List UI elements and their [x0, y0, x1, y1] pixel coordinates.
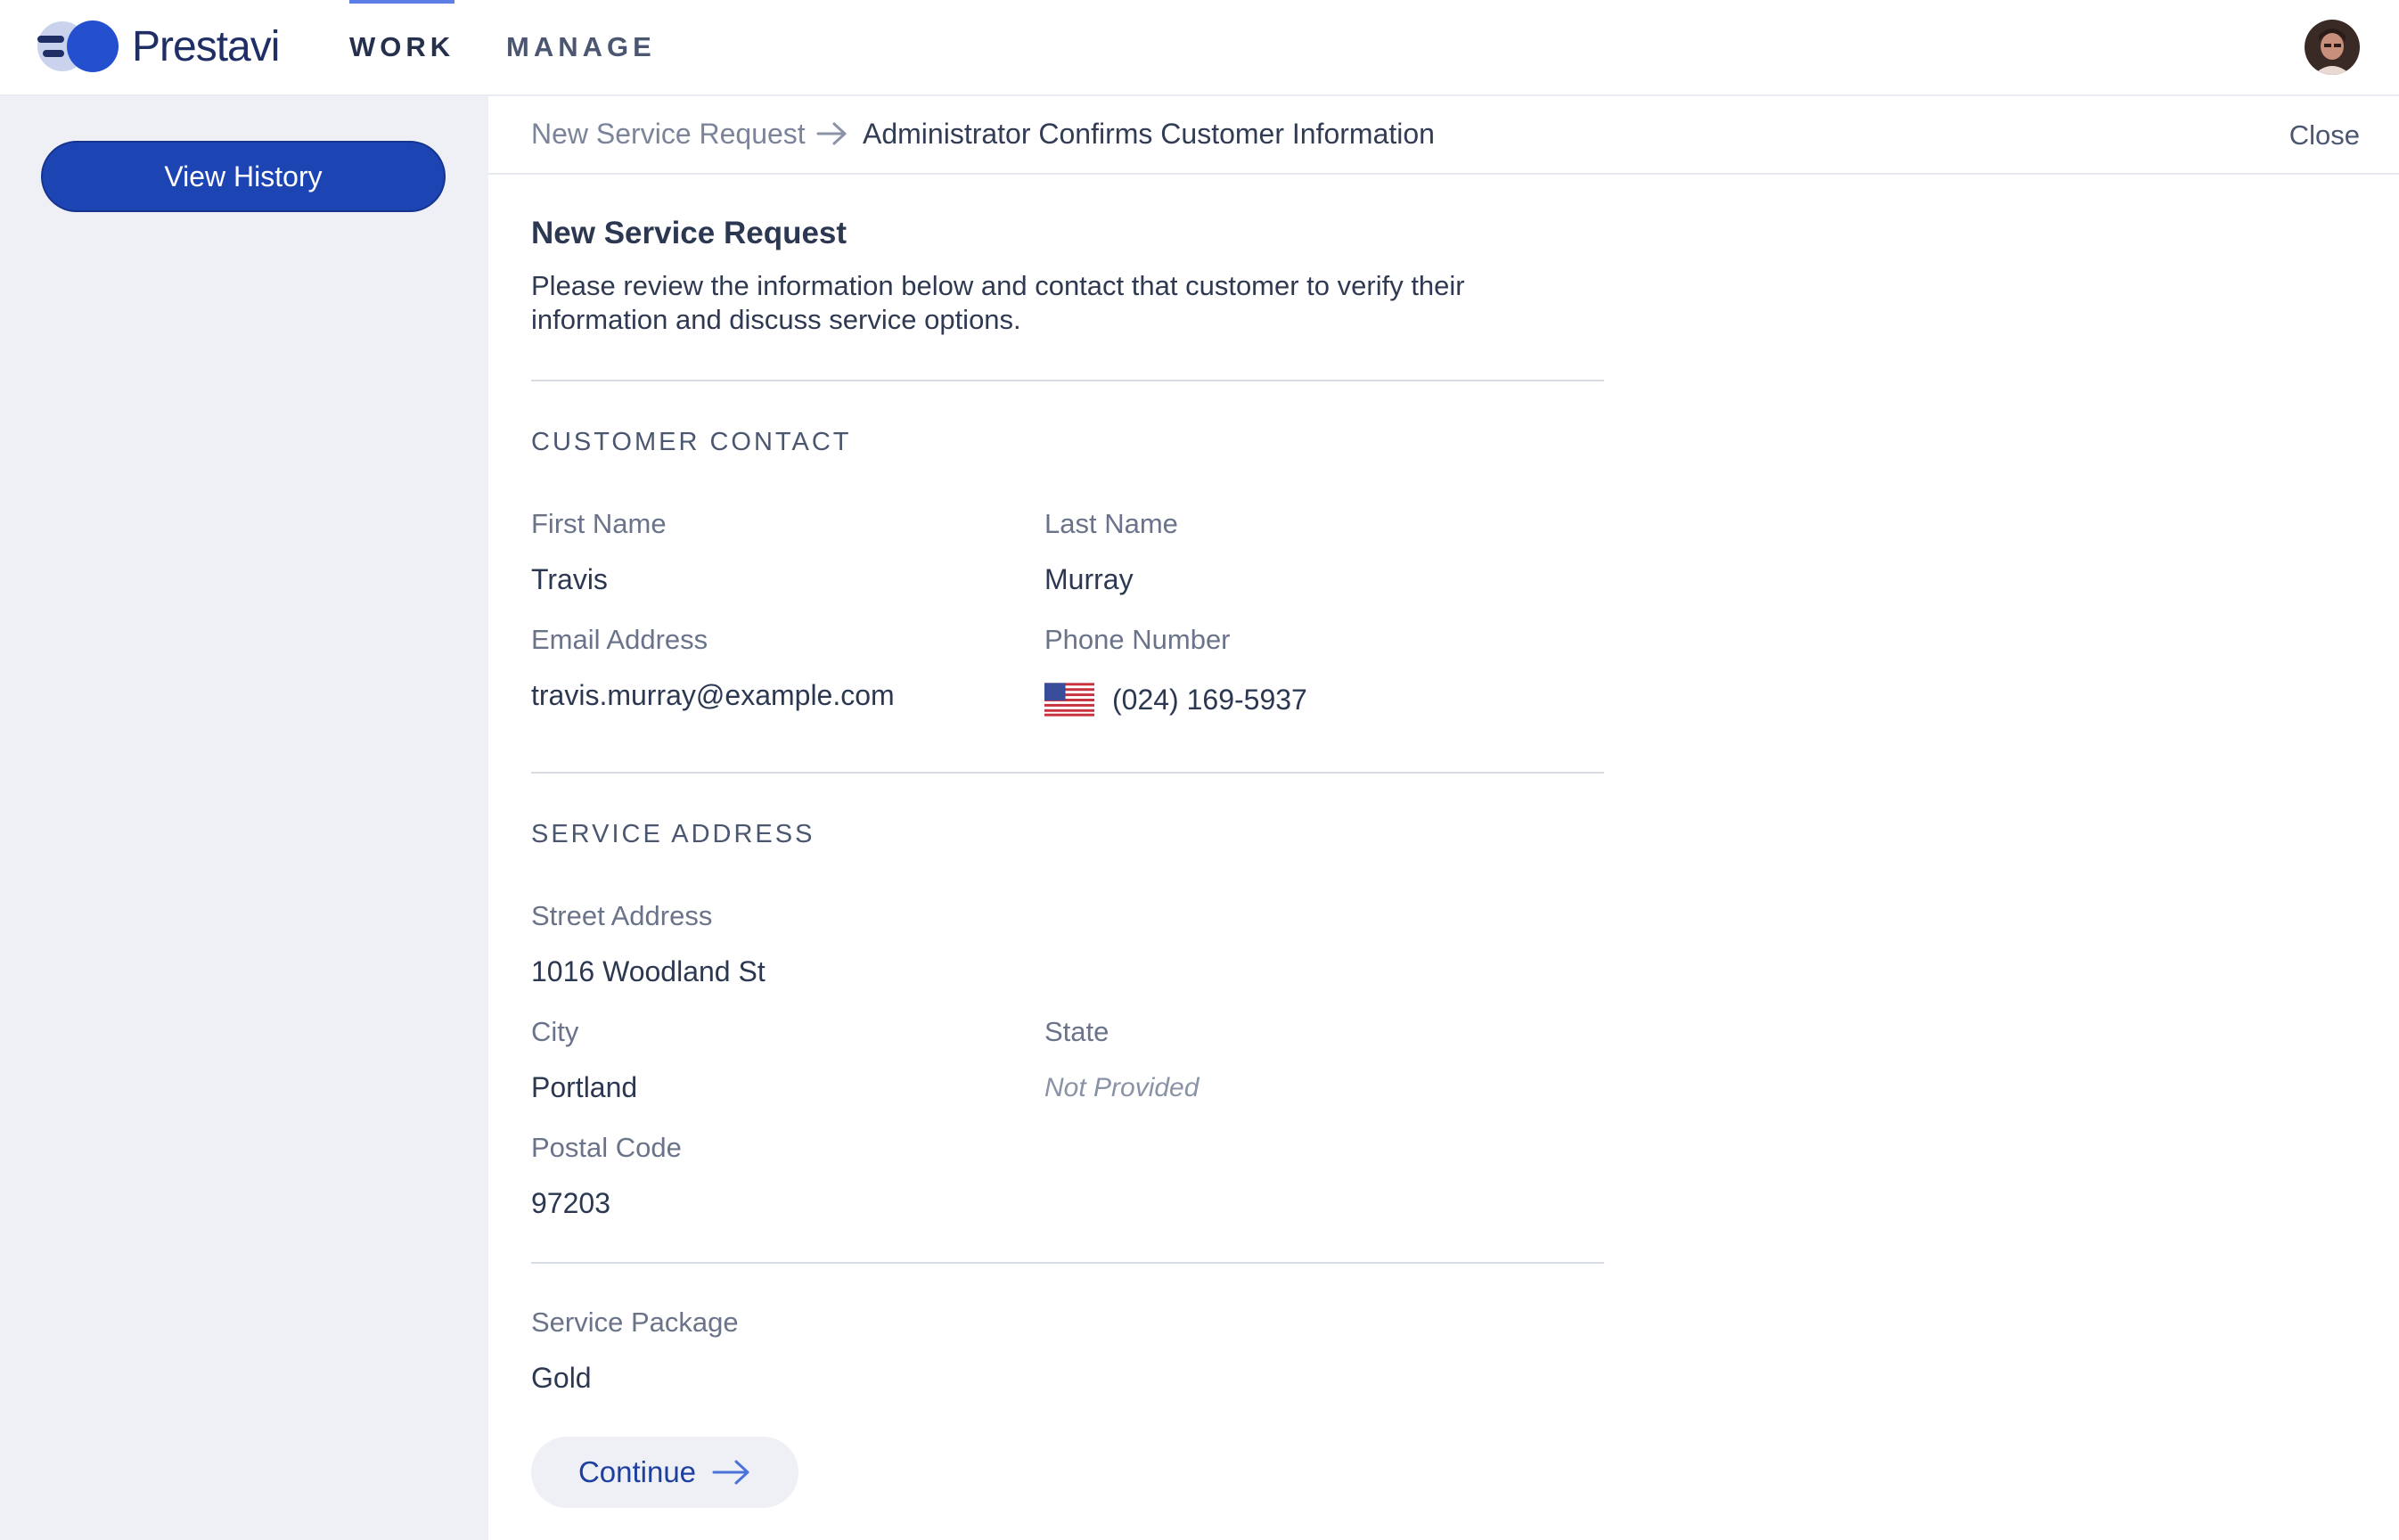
- breadcrumb-current: Administrator Confirms Customer Informat…: [863, 118, 1435, 150]
- city-value: Portland: [531, 1071, 638, 1103]
- user-avatar[interactable]: [2305, 20, 2360, 75]
- state-value: Not Provided: [1044, 1073, 1200, 1102]
- continue-button-label: Continue: [577, 1455, 697, 1488]
- tab-work-label: WORK: [349, 31, 455, 62]
- city-label: City: [531, 1016, 579, 1047]
- us-flag-icon: [1044, 683, 1094, 717]
- last-name-value: Murray: [1044, 563, 1134, 595]
- phone-value: (024) 169-5937: [1112, 683, 1307, 716]
- divider: [531, 772, 1604, 774]
- section-title-service-address: SERVICE ADDRESS: [531, 820, 815, 848]
- arrow-right-icon: [712, 1460, 749, 1485]
- email-value: travis.murray@example.com: [531, 679, 895, 711]
- first-name-label: First Name: [531, 508, 667, 539]
- sidebar: View History: [0, 96, 488, 1540]
- postal-code-value: 97203: [531, 1187, 610, 1219]
- tab-manage-label: MANAGE: [506, 31, 656, 62]
- section-title-customer-contact: CUSTOMER CONTACT: [531, 428, 852, 456]
- close-button[interactable]: Close: [2289, 119, 2360, 152]
- divider: [531, 1262, 1604, 1264]
- avatar-image: [2305, 20, 2360, 75]
- page-description: Please review the information below and …: [531, 270, 1465, 335]
- prestavi-logo-icon: [37, 20, 119, 72]
- first-name-value: Travis: [531, 563, 608, 595]
- email-label: Email Address: [531, 624, 708, 655]
- view-history-button[interactable]: View History: [41, 141, 446, 212]
- brand-logo[interactable]: Prestavi: [37, 16, 280, 77]
- last-name-label: Last Name: [1044, 508, 1178, 539]
- breadcrumb: New Service Request Administrator Confir…: [488, 96, 2399, 175]
- phone-label: Phone Number: [1044, 624, 1231, 655]
- service-package-label: Service Package: [531, 1307, 739, 1338]
- service-package-value: Gold: [531, 1362, 592, 1394]
- street-address-label: Street Address: [531, 900, 713, 931]
- top-navigation-bar: Prestavi WORK MANAGE: [0, 0, 2399, 96]
- brand-name: Prestavi: [132, 22, 280, 70]
- phone-value-row: (024) 169-5937: [1044, 683, 1307, 717]
- divider: [531, 380, 1604, 381]
- state-label: State: [1044, 1016, 1109, 1047]
- tab-manage[interactable]: MANAGE: [506, 0, 656, 94]
- street-address-value: 1016 Woodland St: [531, 955, 766, 987]
- postal-code-label: Postal Code: [531, 1132, 682, 1163]
- continue-button[interactable]: Continue: [531, 1437, 798, 1508]
- breadcrumb-previous-link[interactable]: New Service Request: [531, 118, 806, 151]
- tab-work[interactable]: WORK: [349, 0, 455, 94]
- page-title: New Service Request: [531, 216, 847, 250]
- arrow-right-icon: [816, 122, 847, 145]
